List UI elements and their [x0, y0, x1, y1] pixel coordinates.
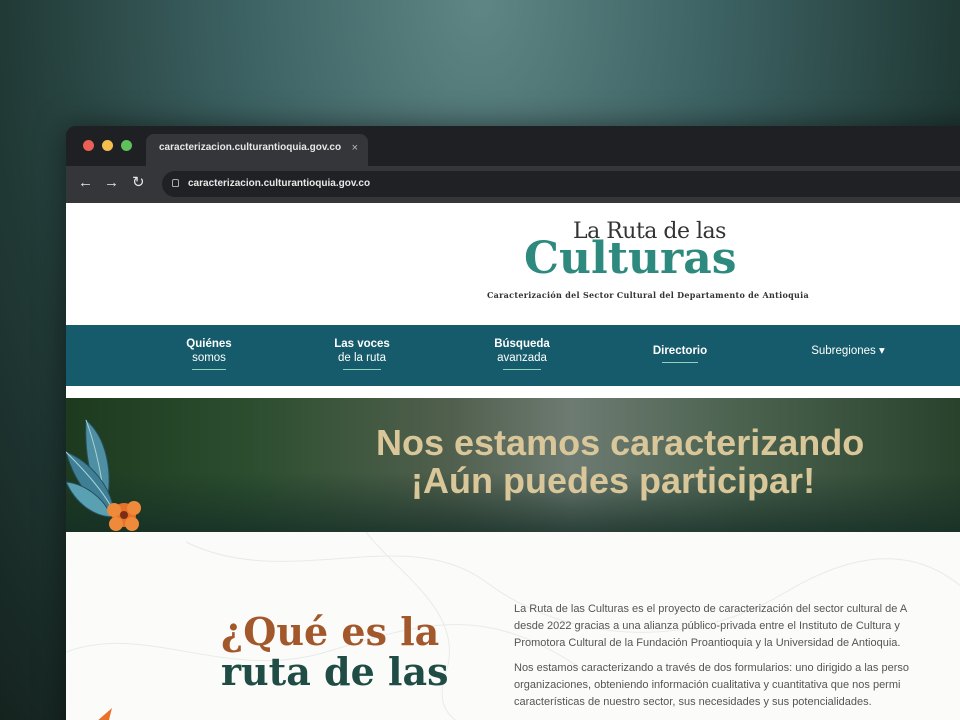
paragraph-line: características de nuestro sector, sus n…: [514, 696, 872, 708]
nav-label-line2: de la ruta: [338, 352, 386, 364]
banner-subtitle: ¡Aún puedes participar!: [411, 460, 816, 501]
address-bar[interactable]: caracterizacion.culturantioquia.gov.co: [162, 171, 960, 197]
logo-main-text[interactable]: Culturas: [524, 233, 737, 284]
tab-close-icon[interactable]: ×: [352, 142, 358, 154]
paragraph-line: La Ruta de las Culturas es el proyecto d…: [514, 603, 908, 615]
maximize-window-button[interactable]: [121, 140, 132, 151]
paragraph-line: organizaciones, obteniendo información c…: [514, 679, 901, 691]
about-section: ¿Qué es la ruta de las La Ruta de las Cu…: [66, 532, 960, 720]
nav-underline: [503, 369, 541, 370]
nav-label-line1: Quiénes: [186, 338, 232, 350]
nav-directorio[interactable]: Directorio: [644, 344, 716, 363]
reload-icon[interactable]: ↻: [132, 175, 145, 190]
paragraph-line: Nos estamos caracterizando a través de d…: [514, 662, 909, 674]
nav-underline: [343, 369, 381, 370]
url-text: caracterizacion.culturantioquia.gov.co: [188, 178, 371, 189]
tab-title: caracterizacion.culturantioquia.gov.co: [159, 142, 342, 153]
forward-arrow-icon[interactable]: →: [104, 175, 119, 190]
hero-banner[interactable]: Nos estamos caracterizando ¡Aún puedes p…: [66, 398, 960, 532]
nav-quienes-somos[interactable]: Quiénes somos: [176, 337, 242, 370]
nav-label-line1: Las voces: [334, 338, 390, 350]
banner-title: Nos estamos caracterizando: [376, 422, 865, 463]
web-page: La Ruta de las Culturas Caracterización …: [66, 203, 960, 720]
site-header: La Ruta de las Culturas Caracterización …: [66, 203, 960, 325]
browser-tab[interactable]: caracterizacion.culturantioquia.gov.co ×: [146, 134, 368, 166]
nav-subregiones-dropdown[interactable]: Subregiones ▾: [800, 344, 896, 358]
nav-underline: [662, 362, 698, 363]
nav-underline: [192, 369, 226, 370]
nav-label-line1: Búsqueda: [494, 338, 550, 350]
nav-las-voces[interactable]: Las voces de la ruta: [324, 337, 400, 370]
nav-label-line2: somos: [192, 352, 226, 364]
tab-strip: caracterizacion.culturantioquia.gov.co ×: [66, 126, 960, 166]
window-controls: [83, 140, 132, 151]
paragraph-line: desde 2022 gracias a una alianza público…: [514, 620, 900, 632]
bird-of-paradise-icon: [98, 708, 112, 720]
leaf-flower-illustration: [66, 418, 141, 531]
minimize-window-button[interactable]: [102, 140, 113, 151]
nav-label-line1: Subregiones ▾: [811, 345, 885, 357]
nav-busqueda-avanzada[interactable]: Búsqueda avanzada: [484, 337, 560, 370]
about-heading: ¿Qué es la ruta de las: [221, 612, 448, 692]
browser-toolbar: ← → ↻ caracterizacion.culturantioquia.go…: [66, 166, 960, 203]
nav-label-line1: Directorio: [652, 345, 708, 357]
paragraph-line: Promotora Cultural de la Fundación Proan…: [514, 637, 901, 649]
nav-label-line2: avanzada: [497, 352, 547, 364]
back-arrow-icon[interactable]: ←: [78, 175, 93, 190]
browser-window: caracterizacion.culturantioquia.gov.co ×…: [66, 126, 960, 720]
about-paragraph-1: La Ruta de las Culturas es el proyecto d…: [514, 601, 960, 652]
about-paragraph-2: Nos estamos caracterizando a través de d…: [514, 660, 960, 711]
close-window-button[interactable]: [83, 140, 94, 151]
about-paragraphs: La Ruta de las Culturas es el proyecto d…: [514, 601, 960, 719]
lock-icon: [172, 179, 179, 187]
logo-subtitle: Caracterización del Sector Cultural del …: [487, 290, 809, 300]
main-nav: Quiénes somos Las voces de la ruta Búsqu…: [66, 325, 960, 386]
about-heading-line2: ruta de las: [221, 649, 449, 694]
about-heading-line1: ¿Qué es la: [221, 609, 440, 654]
